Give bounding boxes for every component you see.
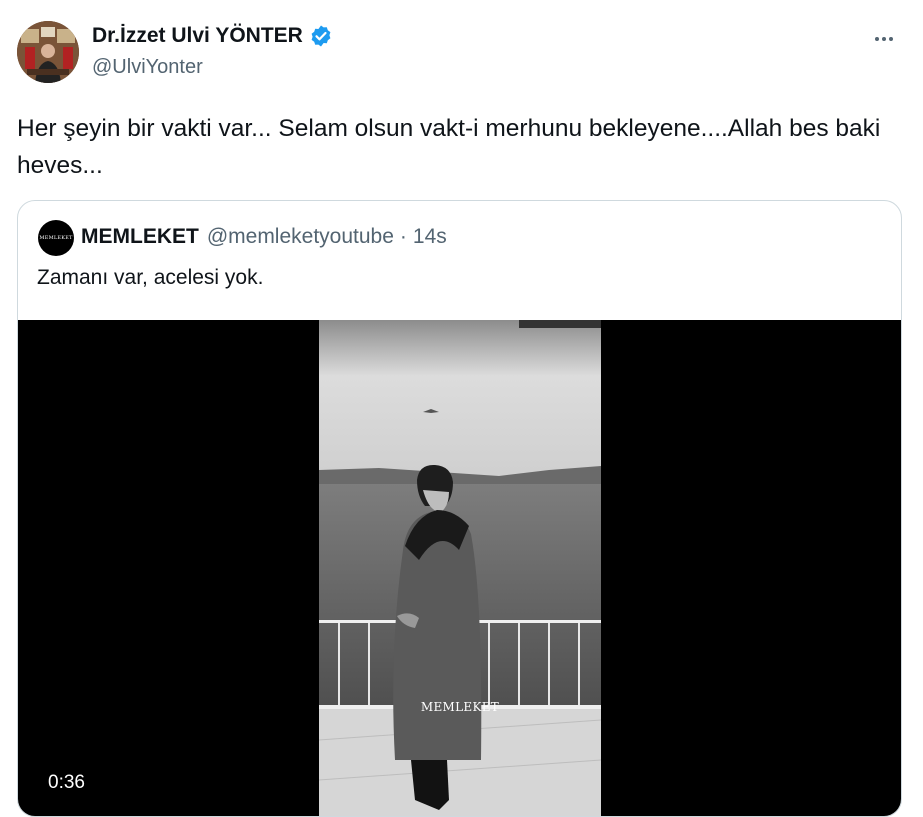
quote-tweet-card[interactable]: MEMLEKET MEMLEKET @memleketyoutube · 14s…	[17, 200, 902, 817]
quote-header: MEMLEKET @memleketyoutube · 14s	[81, 225, 447, 249]
author-name[interactable]: Dr.İzzet Ulvi YÖNTER	[92, 24, 303, 48]
video-still-image	[319, 320, 601, 816]
author-name-row: Dr.İzzet Ulvi YÖNTER	[92, 24, 333, 48]
tweet-text: Her şeyin bir vakti var... Selam olsun v…	[17, 115, 881, 179]
video-frame: MEMLEKET	[319, 320, 601, 816]
author-handle[interactable]: @UlviYonter	[92, 56, 203, 79]
quote-author-handle[interactable]: @memleketyoutube	[207, 225, 394, 249]
video-watermark: MEMLEKET	[420, 700, 500, 714]
quote-avatar[interactable]: MEMLEKET	[38, 220, 74, 256]
author-avatar-image	[17, 21, 79, 83]
quote-author-name[interactable]: MEMLEKET	[81, 225, 199, 249]
video-player[interactable]: MEMLEKET 0:36	[18, 320, 901, 816]
verified-badge-icon[interactable]	[309, 24, 333, 48]
quote-avatar-logo: MEMLEKET	[39, 235, 73, 241]
video-duration-badge: 0:36	[40, 770, 93, 796]
quote-timestamp[interactable]: 14s	[413, 225, 447, 249]
quote-text: Zamanı var, acelesi yok.	[37, 266, 264, 289]
quote-separator: ·	[399, 225, 407, 248]
more-icon[interactable]	[869, 24, 899, 54]
author-avatar[interactable]	[17, 21, 79, 83]
